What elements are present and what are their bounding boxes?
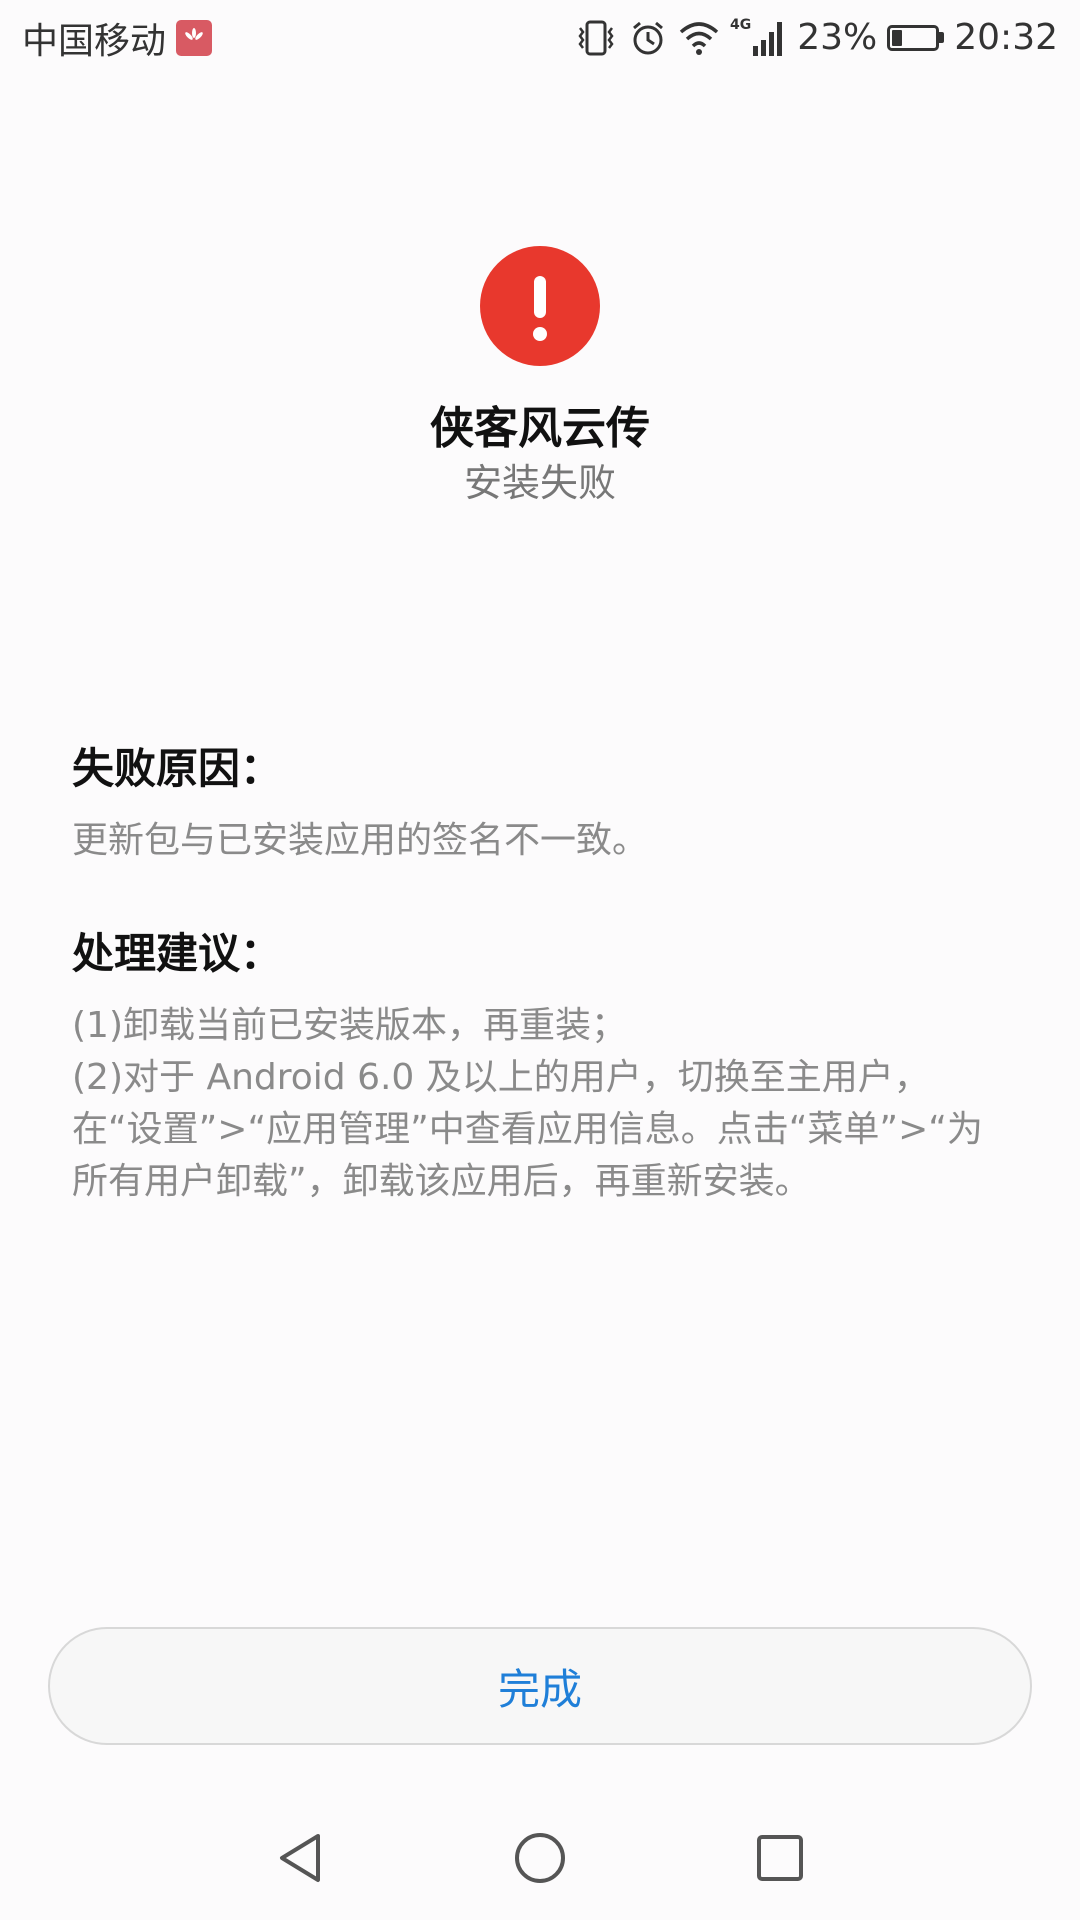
status-right: 4G 23% 20:32 [574,17,1058,58]
suggestion-line-1: (1)卸载当前已安装版本，再重装； [72,1005,627,1046]
failure-reason-line: 更新包与已安装应用的签名不一致。 [72,820,649,861]
navigation-bar [0,1810,1080,1906]
suggestion-title: 处理建议： [72,929,283,978]
battery-cap [939,32,945,43]
suggestion-line-2: (2)对于 Android 6.0 及以上的用户，切换至主用户， [72,1057,930,1098]
install-status: 安装失败 [463,461,616,505]
network-type-label: 4G [730,16,752,33]
battery-percent-label: 23% [797,17,878,58]
suggestion-line-4: 所有用户卸载”，卸载该应用后，再重新安装。 [72,1161,811,1202]
failure-reason-title: 失败原因： [72,744,283,793]
failure-reason-text: 更新包与已安装应用的签名不一致。 [72,815,1012,867]
back-icon[interactable] [252,1810,348,1906]
error-exclamation-icon [480,246,600,366]
app-name: 侠客风云传 [430,403,650,454]
clock-label: 20:32 [954,17,1058,58]
carrier-label: 中国移动 [22,20,167,62]
recents-icon[interactable] [732,1810,828,1906]
battery-level [892,29,903,46]
vibrate-icon [574,18,618,58]
battery-body [887,24,940,51]
suggestion-text: (1)卸载当前已安装版本，再重装； (2)对于 Android 6.0 及以上的… [72,1000,1012,1208]
signal-icon: 4G [730,18,787,58]
done-button[interactable]: 完成 [48,1627,1032,1745]
battery-icon [887,24,945,51]
alarm-icon [628,18,668,58]
status-bar: 中国移动 4G 23% 20:32 [0,0,1080,75]
suggestion-line-3: 在“设置”>“应用管理”中查看应用信息。点击“菜单”>“为 [72,1109,983,1150]
wifi-icon [678,18,720,58]
huawei-logo-icon [176,19,213,56]
status-left: 中国移动 [22,12,213,64]
home-icon[interactable] [492,1810,588,1906]
